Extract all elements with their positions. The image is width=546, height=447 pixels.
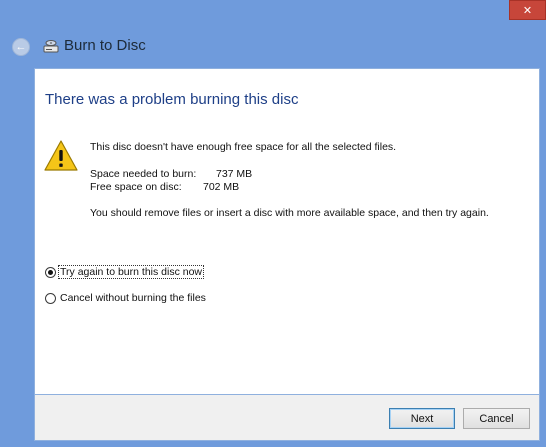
error-message: This disc doesn't have enough free space…	[90, 141, 397, 153]
option-try-again-label[interactable]: Try again to burn this disc now	[57, 265, 205, 279]
dialog-content: There was a problem burning this disc Th…	[34, 68, 540, 395]
burn-to-disc-window: ✕ ← Burn to Disc There was a problem bur…	[0, 0, 546, 447]
cancel-button[interactable]: Cancel	[463, 408, 530, 429]
option-cancel-burn-label[interactable]: Cancel without burning the files	[59, 292, 207, 304]
warning-icon	[44, 140, 78, 171]
radio-button-selected[interactable]	[45, 266, 56, 278]
free-space-row: Free space on disc: 702 MB	[90, 181, 239, 193]
radio-button[interactable]	[45, 292, 56, 304]
free-space-value: 702 MB	[203, 181, 240, 193]
option-try-again[interactable]: Try again to burn this disc now	[45, 265, 205, 279]
close-icon: ✕	[522, 4, 533, 17]
back-button[interactable]: ←	[12, 38, 30, 56]
back-arrow-icon: ←	[15, 40, 27, 53]
next-button-label: Next	[410, 412, 434, 425]
space-needed-label: Space needed to burn:	[90, 168, 197, 180]
free-space-label: Free space on disc:	[90, 181, 182, 193]
space-needed-value: 737 MB	[216, 168, 253, 180]
dialog-footer: Next Cancel	[34, 395, 540, 441]
close-button[interactable]: ✕	[509, 0, 546, 20]
option-cancel-burn[interactable]: Cancel without burning the files	[45, 292, 207, 304]
next-button[interactable]: Next	[389, 408, 455, 429]
window-title: Burn to Disc	[64, 37, 146, 54]
space-needed-row: Space needed to burn: 737 MB	[90, 168, 252, 180]
cancel-button-label: Cancel	[479, 412, 514, 425]
disc-burn-icon	[43, 40, 59, 53]
advice-message: You should remove files or insert a disc…	[90, 207, 489, 219]
dialog-heading: There was a problem burning this disc	[45, 91, 299, 108]
